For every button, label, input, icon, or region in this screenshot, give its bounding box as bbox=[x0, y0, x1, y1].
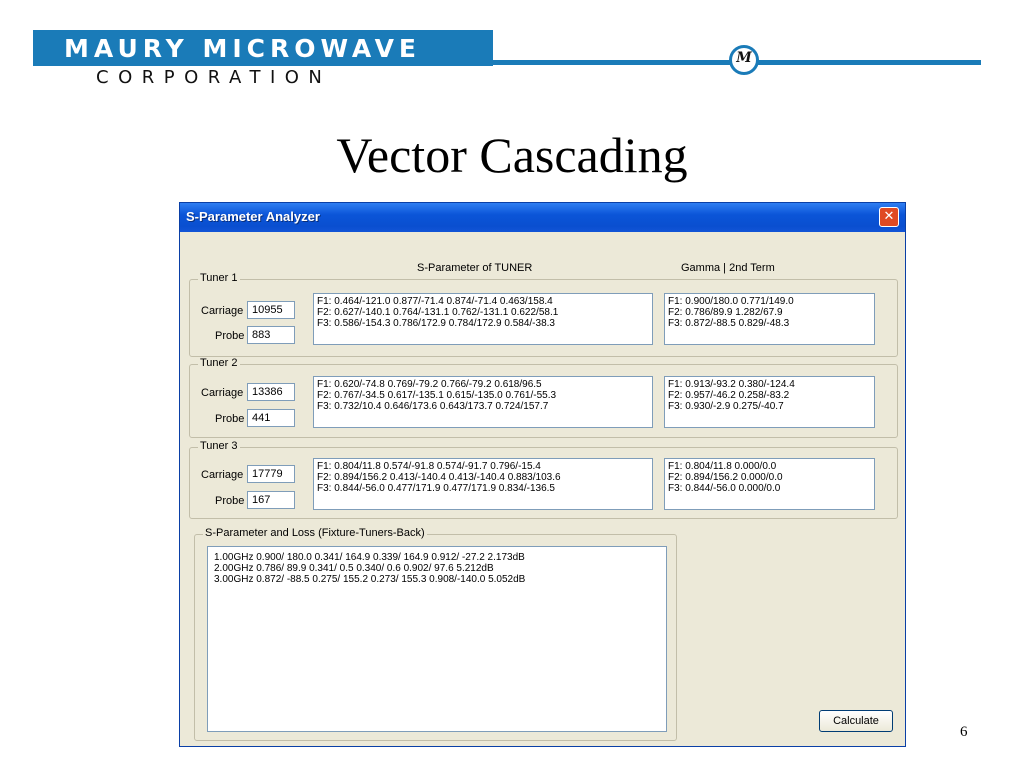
tuner-1-carriage-input[interactable]: 10955 bbox=[247, 301, 295, 319]
sparam-line: F2: 0.894/156.2 0.413/-140.4 0.413/-140.… bbox=[317, 472, 561, 483]
maury-logo-icon: M bbox=[729, 45, 759, 75]
tuner-2-probe-input[interactable]: 441 bbox=[247, 409, 295, 427]
column-header-sparam: S-Parameter of TUNER bbox=[417, 262, 533, 274]
sparameter-analyzer-window: S-Parameter Analyzer ✕ S-Parameter of TU… bbox=[179, 202, 906, 747]
gamma-line: F3: 0.844/-56.0 0.000/0.0 bbox=[668, 483, 781, 494]
probe-label: Probe bbox=[215, 413, 245, 425]
tuner-2-carriage-input[interactable]: 13386 bbox=[247, 383, 295, 401]
carriage-label: Carriage bbox=[201, 305, 244, 317]
gamma-line: F2: 0.957/-46.2 0.258/-83.2 bbox=[668, 390, 790, 401]
sparam-loss-results[interactable]: 1.00GHz 0.900/ 180.0 0.341/ 164.9 0.339/… bbox=[207, 546, 667, 732]
gamma-line: F3: 0.930/-2.9 0.275/-40.7 bbox=[668, 401, 784, 412]
sparam-line: F3: 0.844/-56.0 0.477/171.9 0.477/171.9 … bbox=[317, 483, 555, 494]
tuner-1-probe-input[interactable]: 883 bbox=[247, 326, 295, 344]
gamma-line: F3: 0.872/-88.5 0.829/-48.3 bbox=[668, 318, 790, 329]
sparam-line: F2: 0.627/-140.1 0.764/-131.1 0.762/-131… bbox=[317, 307, 559, 318]
sparam-loss-group: S-Parameter and Loss (Fixture-Tuners-Bac… bbox=[194, 527, 677, 741]
tuner-3-gamma-box[interactable]: F1: 0.804/11.8 0.000/0.0 F2: 0.894/156.2… bbox=[664, 458, 875, 510]
window-titlebar[interactable]: S-Parameter Analyzer ✕ bbox=[180, 203, 905, 232]
gamma-line: F1: 0.913/-93.2 0.380/-124.4 bbox=[668, 379, 795, 390]
probe-label: Probe bbox=[215, 495, 245, 507]
tuner-3-carriage-input[interactable]: 17779 bbox=[247, 465, 295, 483]
gamma-line: F2: 0.786/89.9 1.282/67.9 bbox=[668, 307, 783, 318]
sparam-line: F3: 0.586/-154.3 0.786/172.9 0.784/172.9… bbox=[317, 318, 555, 329]
tuner-2-sparam-box[interactable]: F1: 0.620/-74.8 0.769/-79.2 0.766/-79.2 … bbox=[313, 376, 653, 428]
sparam-line: F1: 0.620/-74.8 0.769/-79.2 0.766/-79.2 … bbox=[317, 379, 542, 390]
tuner-3-label: Tuner 3 bbox=[198, 440, 240, 452]
brand-name: MAURY MICROWAVE bbox=[64, 34, 422, 63]
sparam-loss-label: S-Parameter and Loss (Fixture-Tuners-Bac… bbox=[203, 527, 427, 539]
gamma-line: F2: 0.894/156.2 0.000/0.0 bbox=[668, 472, 783, 483]
tuner-2-group: Tuner 2 Carriage 13386 Probe 441 F1: 0.6… bbox=[189, 357, 898, 438]
tuner-2-gamma-box[interactable]: F1: 0.913/-93.2 0.380/-124.4 F2: 0.957/-… bbox=[664, 376, 875, 428]
brand-subtitle: CORPORATION bbox=[96, 67, 332, 88]
gamma-line: F1: 0.900/180.0 0.771/149.0 bbox=[668, 296, 794, 307]
loss-line: 1.00GHz 0.900/ 180.0 0.341/ 164.9 0.339/… bbox=[214, 552, 525, 563]
close-button[interactable]: ✕ bbox=[879, 207, 899, 227]
loss-line: 3.00GHz 0.872/ -88.5 0.275/ 155.2 0.273/… bbox=[214, 574, 526, 585]
tuner-1-label: Tuner 1 bbox=[198, 272, 240, 284]
dialog-client-area: S-Parameter of TUNER Gamma | 2nd Term Tu… bbox=[183, 232, 902, 743]
slide-title: Vector Cascading bbox=[336, 127, 688, 183]
window-title: S-Parameter Analyzer bbox=[186, 209, 320, 224]
carriage-label: Carriage bbox=[201, 469, 244, 481]
tuner-2-label: Tuner 2 bbox=[198, 357, 240, 369]
sparam-line: F3: 0.732/10.4 0.646/173.6 0.643/173.7 0… bbox=[317, 401, 549, 412]
gamma-line: F1: 0.804/11.8 0.000/0.0 bbox=[668, 461, 777, 472]
carriage-label: Carriage bbox=[201, 387, 244, 399]
probe-label: Probe bbox=[215, 330, 245, 342]
tuner-3-group: Tuner 3 Carriage 17779 Probe 167 F1: 0.8… bbox=[189, 440, 898, 519]
tuner-3-sparam-box[interactable]: F1: 0.804/11.8 0.574/-91.8 0.574/-91.7 0… bbox=[313, 458, 653, 510]
tuner-1-sparam-box[interactable]: F1: 0.464/-121.0 0.877/-71.4 0.874/-71.4… bbox=[313, 293, 653, 345]
loss-line: 2.00GHz 0.786/ 89.9 0.341/ 0.5 0.340/ 0.… bbox=[214, 563, 494, 574]
sparam-line: F1: 0.464/-121.0 0.877/-71.4 0.874/-71.4… bbox=[317, 296, 553, 307]
page-number: 6 bbox=[960, 724, 968, 740]
tuner-3-probe-input[interactable]: 167 bbox=[247, 491, 295, 509]
logo-letter: M bbox=[736, 50, 752, 66]
calculate-button[interactable]: Calculate bbox=[819, 710, 893, 732]
sparam-line: F2: 0.767/-34.5 0.617/-135.1 0.615/-135.… bbox=[317, 390, 557, 401]
sparam-line: F1: 0.804/11.8 0.574/-91.8 0.574/-91.7 0… bbox=[317, 461, 541, 472]
tuner-1-gamma-box[interactable]: F1: 0.900/180.0 0.771/149.0 F2: 0.786/89… bbox=[664, 293, 875, 345]
tuner-1-group: Tuner 1 Carriage 10955 Probe 883 F1: 0.4… bbox=[189, 272, 898, 357]
column-header-gamma: Gamma | 2nd Term bbox=[681, 262, 775, 274]
